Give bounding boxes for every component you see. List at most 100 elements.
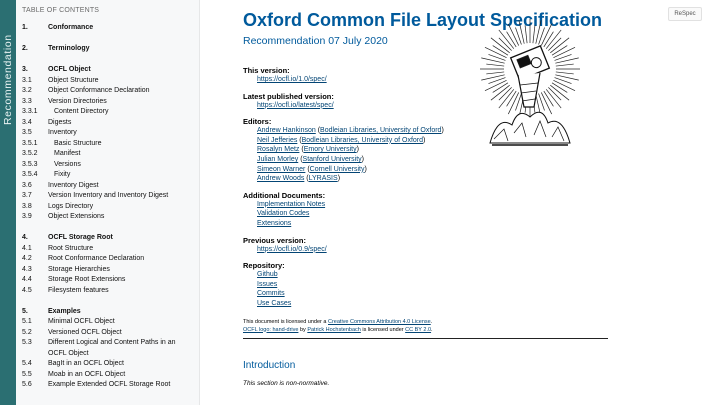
introduction-heading: Introduction <box>243 359 296 371</box>
toc-item[interactable]: 5.2 Versioned OCFL Object <box>22 328 199 339</box>
editor-affiliation-link[interactable]: Bodleian Libraries, University of Oxford <box>302 137 423 144</box>
artist-link[interactable]: Patrick Hochstenbach <box>307 327 361 333</box>
logo-ray <box>488 54 506 61</box>
toc-item[interactable]: 5.6 Example Extended OCFL Storage Root <box>22 380 199 391</box>
additional-doc-link[interactable]: Extensions <box>257 220 291 227</box>
repository-link[interactable]: Use Cases <box>257 300 291 307</box>
logo-ray <box>538 93 545 111</box>
toc-item-label: Basic Structure <box>54 139 102 147</box>
toc-item[interactable]: 4.3 Storage Hierarchies <box>22 265 199 276</box>
toc-item-number: 3.5.2 <box>22 150 38 157</box>
status-label: Recommendation <box>2 34 14 126</box>
logo-ray <box>492 45 509 56</box>
toc-item[interactable]: 3. OCFL Object <box>22 65 199 76</box>
toc-item[interactable]: 5.4 BagIt in an OCFL Object <box>22 359 199 370</box>
toc-title: TABLE OF CONTENTS <box>22 7 100 14</box>
toc-item-number: 5.4 <box>22 360 32 367</box>
toc-item-label: Object Structure <box>48 76 99 84</box>
logo-link[interactable]: OCFL logo: hand-drive <box>243 327 298 333</box>
latest-version-link[interactable]: https://ocfl.io/latest/spec/ <box>257 102 334 109</box>
toc-item[interactable]: 3.9 Object Extensions <box>22 212 199 223</box>
toc-item[interactable]: 3.4 Digests <box>22 118 199 129</box>
divider <box>243 337 608 339</box>
editor-name-link[interactable]: Rosalyn Metz <box>257 146 299 153</box>
additional-doc-link[interactable]: Validation Codes <box>257 210 309 217</box>
toc-item[interactable]: 3.1 Object Structure <box>22 76 199 87</box>
toc-item[interactable]: 3.5.4 Fixity <box>22 170 199 181</box>
toc-item[interactable]: 3.5.3 Versions <box>22 160 199 171</box>
editor-name-link[interactable]: Andrew Woods <box>257 175 304 182</box>
editor-affiliation-link[interactable]: Stanford University <box>303 156 362 163</box>
toc-item[interactable]: 5. Examples <box>22 307 199 318</box>
additional-doc-link[interactable]: Implementation Notes <box>257 201 325 208</box>
status-banner: Recommendation <box>0 0 16 405</box>
toc-item[interactable]: 3.3 Version Directories <box>22 97 199 108</box>
toc-item[interactable]: 4. OCFL Storage Root <box>22 233 199 244</box>
logo-ray <box>515 93 522 111</box>
toc-spacer <box>22 223 199 234</box>
toc-item[interactable]: 5.5 Moab in an OCFL Object <box>22 370 199 381</box>
license-text: . <box>430 318 433 325</box>
logo-license-line: OCFL logo: hand-drive by Patrick Hochste… <box>243 326 623 334</box>
cc-by-link[interactable]: CC BY 2.0 <box>405 327 431 333</box>
toc-item[interactable]: 4.2 Root Conformance Declaration <box>22 254 199 265</box>
toc-item[interactable]: 3.3.1 Content Directory <box>22 107 199 118</box>
respec-button[interactable]: ReSpec <box>668 7 702 21</box>
toc-item-label: Different Logical and Content Paths in a… <box>48 339 176 357</box>
toc-item-number: 3.6 <box>22 181 32 189</box>
editor-affiliation-link[interactable]: Cornell University <box>310 166 365 173</box>
toc-item-number: 3.5.3 <box>22 160 38 168</box>
license-block: This document is licensed under a Creati… <box>243 318 623 334</box>
toc-item[interactable]: 4.5 Filesystem features <box>22 286 199 297</box>
toc-item[interactable]: 3.6 Inventory Digest <box>22 181 199 192</box>
toc-item-label: Logs Directory <box>48 202 94 210</box>
repository-link[interactable]: Issues <box>257 281 277 288</box>
cc-license-link[interactable]: Creative Commons Attribution 4.0 License <box>328 319 431 325</box>
toc-item-label: OCFL Storage Root <box>48 234 113 241</box>
toc-spacer <box>22 34 199 45</box>
logo-ray <box>548 87 562 101</box>
toc-item[interactable]: 4.1 Root Structure <box>22 244 199 255</box>
logo-ray <box>543 31 554 48</box>
toc-item-number: 3.8 <box>22 202 32 210</box>
logo-ray <box>488 77 506 84</box>
license-text: This document is licensed under a <box>243 318 328 325</box>
toc-item-label: Content Directory <box>54 108 109 115</box>
repository-item: Commits <box>243 289 623 299</box>
repository-link[interactable]: Commits <box>257 290 285 297</box>
toc-item[interactable]: 4.4 Storage Root Extensions <box>22 275 199 286</box>
this-version-link[interactable]: https://ocfl.io/1.0/spec/ <box>257 76 327 83</box>
toc-item-label: Manifest <box>54 150 81 157</box>
toc-item[interactable]: 1. Conformance <box>22 23 199 34</box>
editor-name-link[interactable]: Andrew Hankinson <box>257 127 316 134</box>
logo-ray <box>498 87 512 101</box>
toc-item[interactable]: 3.7 Version Inventory and Inventory Diges… <box>22 191 199 202</box>
toc-item-label: Versions <box>54 160 81 168</box>
toc-item-number: 3.3.1 <box>22 108 38 115</box>
repository-link[interactable]: Github <box>257 271 278 278</box>
previous-version-link[interactable]: https://ocfl.io/0.9/spec/ <box>257 246 327 253</box>
toc-item[interactable]: 3.5 Inventory <box>22 128 199 139</box>
toc-item[interactable]: 3.5.1 Basic Structure <box>22 139 199 150</box>
editor-name-link[interactable]: Julian Morley <box>257 156 298 163</box>
editor-entry: Simeon Warner (Cornell University) <box>257 165 367 173</box>
logo-ray <box>532 25 536 44</box>
toc-item[interactable]: 2. Terminology <box>22 44 199 55</box>
toc-item[interactable]: 5.3 Different Logical and Content Paths i… <box>22 338 199 359</box>
toc-item[interactable]: 5.1 Minimal OCFL Object <box>22 317 199 328</box>
toc-item-label: Inventory <box>48 129 77 136</box>
editor-name-link[interactable]: Simeon Warner <box>257 166 305 173</box>
logo-ray <box>486 63 505 67</box>
editor-name-link[interactable]: Neil Jefferies <box>257 137 297 144</box>
logo-ray <box>538 27 545 45</box>
editor-affiliation-link[interactable]: Bodleian Libraries, University of Oxford <box>320 127 441 134</box>
toc-item[interactable]: 3.5.2 Manifest <box>22 149 199 160</box>
editor-affiliation-link[interactable]: LYRASIS <box>309 175 338 182</box>
editor-affiliation-link[interactable]: Emory University <box>304 146 357 153</box>
toc-item-label: Object Extensions <box>48 213 105 220</box>
toc-item-number: 2. <box>22 45 28 52</box>
toc-item[interactable]: 3.8 Logs Directory <box>22 202 199 213</box>
toc-item-label: Filesystem features <box>48 286 109 294</box>
toc-item[interactable]: 3.2 Object Conformance Declaration <box>22 86 199 97</box>
repository-label: Repository: <box>243 261 285 271</box>
